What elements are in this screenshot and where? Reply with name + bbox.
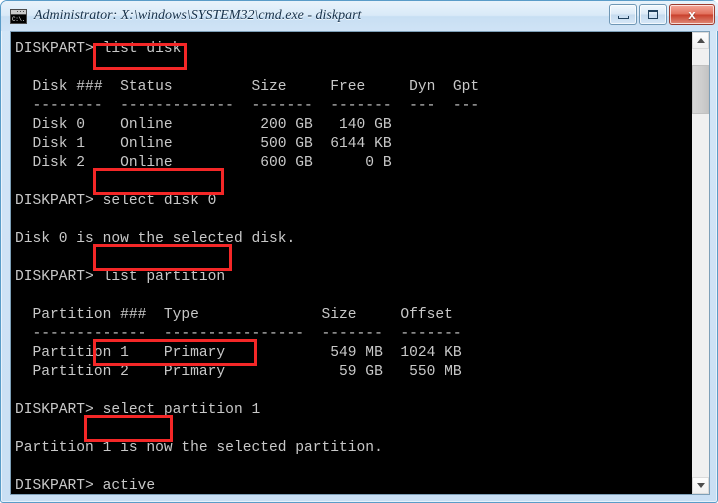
- scrollbar-thumb[interactable]: [692, 65, 709, 114]
- console-line: DISKPART> active: [15, 478, 156, 494]
- window-titlebar[interactable]: C:\. Administrator: X:\windows\SYSTEM32\…: [1, 1, 718, 31]
- console-line: Partition 1 Primary 549 MB 1024 KB: [15, 345, 462, 361]
- console-line: DISKPART> list partition: [15, 269, 226, 285]
- chevron-up-icon: [696, 38, 705, 43]
- caption-buttons: x: [609, 4, 715, 25]
- console-line: Partition ### Type Size Offset: [15, 307, 453, 323]
- console-line: Disk ### Status Size Free Dyn Gpt: [15, 79, 480, 95]
- vertical-scrollbar[interactable]: [691, 32, 709, 494]
- cmd-icon: C:\.: [10, 8, 27, 24]
- console-line: Partition 2 Primary 59 GB 550 MB: [15, 364, 462, 380]
- minimize-icon: [617, 15, 629, 19]
- console-output[interactable]: DISKPART> list disk Disk ### Status Size…: [11, 32, 691, 494]
- maximize-icon: [648, 10, 658, 19]
- close-icon: x: [688, 7, 696, 22]
- chevron-down-icon: [696, 483, 705, 488]
- scrollbar-track[interactable]: [692, 49, 709, 477]
- console-line: Disk 1 Online 500 GB 6144 KB: [15, 136, 392, 152]
- window-title: Administrator: X:\windows\SYSTEM32\cmd.e…: [34, 8, 362, 23]
- maximize-button[interactable]: [639, 4, 667, 25]
- scroll-up-button[interactable]: [692, 32, 709, 49]
- console-line: Partition 1 is now the selected partitio…: [15, 440, 383, 456]
- console-line: ------------- ---------------- ------- -…: [15, 326, 462, 342]
- cmd-window: C:\. Administrator: X:\windows\SYSTEM32\…: [0, 0, 718, 503]
- cmd-icon-text: C:\.: [11, 14, 26, 23]
- console-client-area: DISKPART> list disk Disk ### Status Size…: [10, 31, 710, 495]
- console-line: Disk 0 Online 200 GB 140 GB: [15, 117, 392, 133]
- console-line: DISKPART> select partition 1: [15, 402, 261, 418]
- console-line: DISKPART> select disk 0: [15, 193, 217, 209]
- console-line: Disk 2 Online 600 GB 0 B: [15, 155, 392, 171]
- console-text: DISKPART> list disk Disk ### Status Size…: [15, 40, 691, 494]
- minimize-button[interactable]: [609, 4, 637, 25]
- close-button[interactable]: x: [669, 4, 715, 25]
- console-line: DISKPART> list disk: [15, 41, 182, 57]
- scroll-down-button[interactable]: [692, 477, 709, 494]
- console-line: Disk 0 is now the selected disk.: [15, 231, 296, 247]
- console-line: -------- ------------- ------- ------- -…: [15, 98, 480, 114]
